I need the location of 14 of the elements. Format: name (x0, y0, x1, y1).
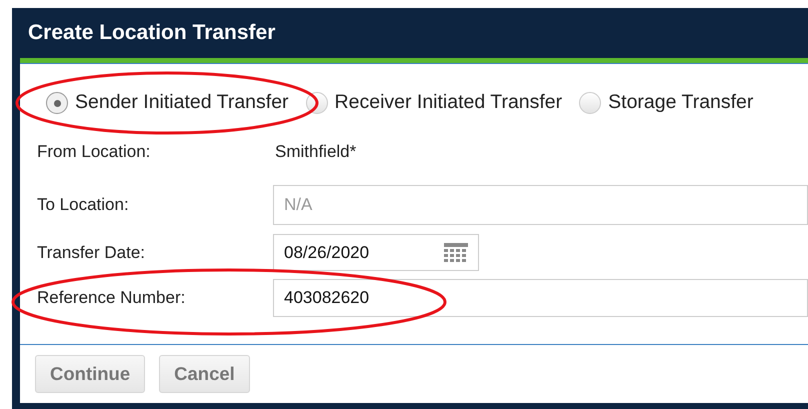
transfer-type-radio[interactable]: Receiver Initiated Transfer (306, 88, 562, 118)
date-field[interactable]: 08/26/2020 (273, 234, 479, 271)
transfer-type-radio[interactable]: Sender Initiated Transfer (46, 88, 289, 118)
field-label: Transfer Date: (37, 242, 146, 264)
input-field[interactable]: N/A (273, 185, 808, 225)
transfer-type-radio[interactable]: Storage Transfer (579, 88, 754, 118)
dialog-button[interactable]: Cancel (159, 355, 250, 393)
location-value: Smithfield* (275, 141, 356, 164)
field-label: To Location: (37, 194, 130, 216)
dialog-title: Create Location Transfer (28, 20, 276, 46)
field-label: From Location: (37, 141, 152, 164)
input-field[interactable]: 403082620 (273, 279, 808, 317)
field-label: Reference Number: (37, 287, 186, 310)
dialog-button[interactable]: Continue (35, 355, 146, 393)
